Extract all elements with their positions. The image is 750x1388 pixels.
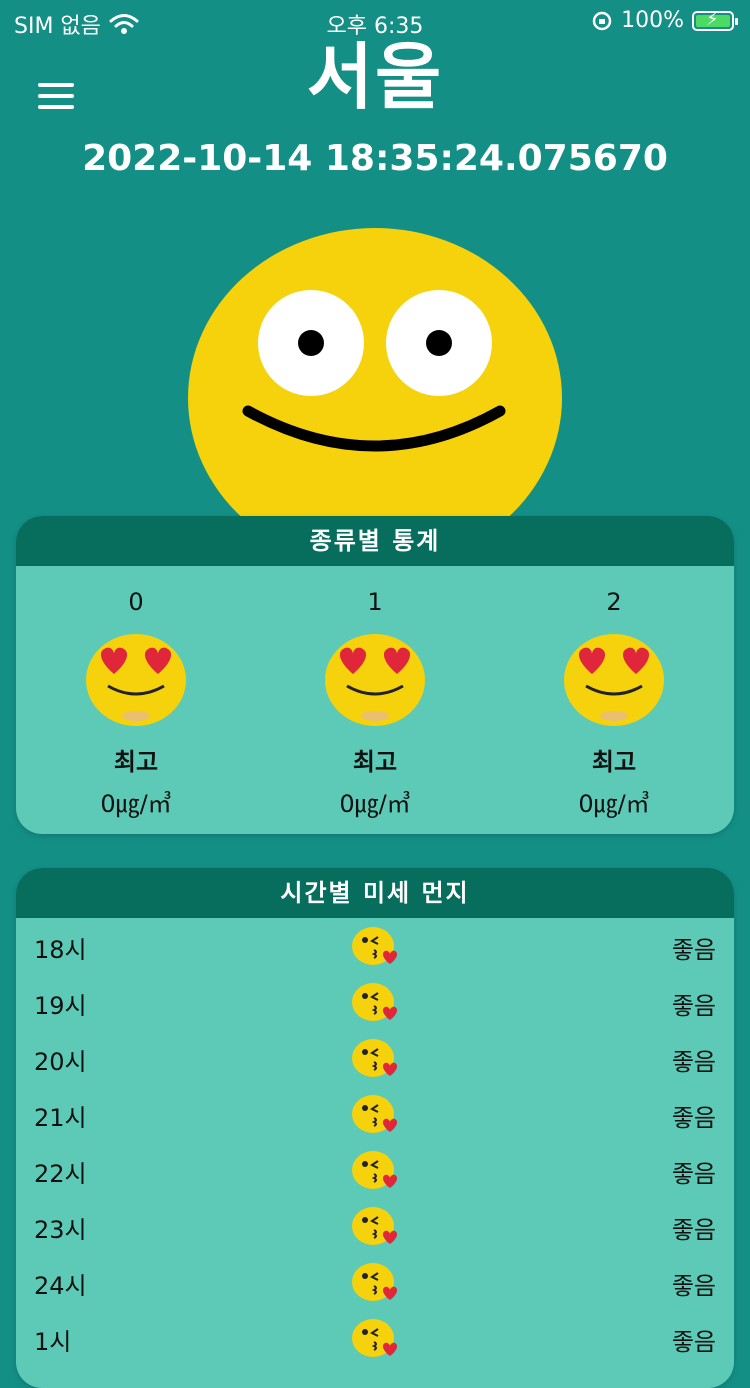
hourly-row[interactable]: 21시 좋음 — [16, 1086, 734, 1142]
status-label: 좋음 — [671, 992, 716, 1020]
status-label: 좋음 — [671, 1104, 716, 1132]
heart-eyes-emoji-icon — [86, 634, 186, 726]
stat-grade: 최고 — [352, 748, 398, 776]
heart-eyes-emoji-icon — [325, 634, 425, 726]
status-label: 좋음 — [671, 1216, 716, 1244]
kissing-emoji-icon — [352, 1151, 398, 1189]
kissing-emoji-icon — [352, 1095, 398, 1133]
kissing-emoji-icon — [352, 983, 398, 1021]
kissing-emoji-icon — [352, 1207, 398, 1245]
hour-label: 1시 — [34, 1328, 72, 1356]
city-title: 서울 — [306, 35, 444, 119]
stats-card: 종류별 통계 0 최고 0㎍/㎥ 1 최고 0㎍/㎥ 2 최고 0㎍/㎥ — [16, 516, 734, 834]
status-label: 좋음 — [671, 1272, 716, 1300]
hour-label: 19시 — [34, 992, 87, 1020]
hourly-row[interactable]: 23시 좋음 — [16, 1198, 734, 1254]
hour-label: 22시 — [34, 1160, 87, 1188]
status-label: 좋음 — [671, 936, 716, 964]
stat-index: 0 — [128, 588, 144, 616]
hourly-row[interactable]: 19시 좋음 — [16, 974, 734, 1030]
heart-eyes-emoji-icon — [564, 634, 664, 726]
hourly-list: 18시 좋음 19시 좋음 20시 좋음 21시 좋음 22시 좋음 23시 좋… — [16, 918, 734, 1366]
hour-label: 23시 — [34, 1216, 87, 1244]
stat-value: 0㎍/㎥ — [100, 790, 172, 818]
stats-card-title: 종류별 통계 — [16, 516, 734, 566]
status-label: 좋음 — [671, 1160, 716, 1188]
kissing-emoji-icon — [352, 1319, 398, 1357]
hourly-row[interactable]: 18시 좋음 — [16, 918, 734, 974]
kissing-emoji-icon — [352, 1263, 398, 1301]
hour-label: 24시 — [34, 1272, 87, 1300]
status-label: 좋음 — [671, 1048, 716, 1076]
hourly-row[interactable]: 22시 좋음 — [16, 1142, 734, 1198]
datetime-label: 2022-10-14 18:35:24.075670 — [82, 138, 668, 179]
hourly-card-title: 시간별 미세 먼지 — [16, 868, 734, 918]
stat-value: 0㎍/㎥ — [339, 790, 411, 818]
hour-label: 18시 — [34, 936, 87, 964]
kissing-emoji-icon — [352, 1039, 398, 1077]
stat-value: 0㎍/㎥ — [578, 790, 650, 818]
hour-label: 21시 — [34, 1104, 87, 1132]
hour-label: 20시 — [34, 1048, 87, 1076]
hourly-row[interactable]: 1시 좋음 — [16, 1310, 734, 1366]
hourly-card: 시간별 미세 먼지 18시 좋음 19시 좋음 20시 좋음 21시 좋음 22… — [16, 868, 734, 1388]
kissing-emoji-icon — [352, 927, 398, 965]
stats-row: 0 최고 0㎍/㎥ 1 최고 0㎍/㎥ 2 최고 0㎍/㎥ — [16, 566, 734, 834]
stat-index: 2 — [606, 588, 622, 616]
status-label: 좋음 — [671, 1328, 716, 1356]
hourly-row[interactable]: 24시 좋음 — [16, 1254, 734, 1310]
hourly-row[interactable]: 20시 좋음 — [16, 1030, 734, 1086]
stat-grade: 최고 — [113, 748, 159, 776]
stat-grade: 최고 — [591, 748, 637, 776]
stat-index: 1 — [367, 588, 383, 616]
